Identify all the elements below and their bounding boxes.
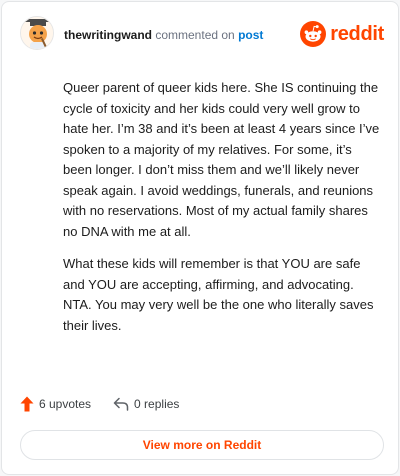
avatar-image xyxy=(21,17,53,49)
comment-paragraph-1: Queer parent of queer kids here. She IS … xyxy=(63,80,380,239)
view-more-button[interactable]: View more on Reddit xyxy=(20,430,384,460)
upvotes-count: 6 upvotes xyxy=(39,397,92,411)
upvote-arrow-icon xyxy=(20,396,34,412)
comment-paragraph-2: What these kids will remember is that YO… xyxy=(63,256,374,333)
reddit-snoo-icon xyxy=(300,21,327,47)
reddit-comment-card: thewritingwand commented on post reddit … xyxy=(1,1,399,475)
comment-header: thewritingwand commented on post reddit xyxy=(20,16,384,56)
comment-actions: 6 upvotes 0 replies xyxy=(20,396,179,412)
action-text: commented on xyxy=(155,28,235,42)
comment-body: Queer parent of queer kids here. She IS … xyxy=(63,78,383,336)
replies-count: 0 replies xyxy=(134,397,180,411)
post-link[interactable]: post xyxy=(238,28,263,42)
upvote-button[interactable]: 6 upvotes xyxy=(20,396,91,412)
user-avatar[interactable] xyxy=(20,16,54,50)
replies-button[interactable]: 0 replies xyxy=(113,397,179,411)
comment-meta: thewritingwand commented on post xyxy=(64,28,263,42)
brand-name: reddit xyxy=(330,22,384,45)
username-link[interactable]: thewritingwand xyxy=(64,28,152,42)
reddit-logo[interactable]: reddit xyxy=(300,20,384,48)
reply-icon xyxy=(113,397,129,411)
